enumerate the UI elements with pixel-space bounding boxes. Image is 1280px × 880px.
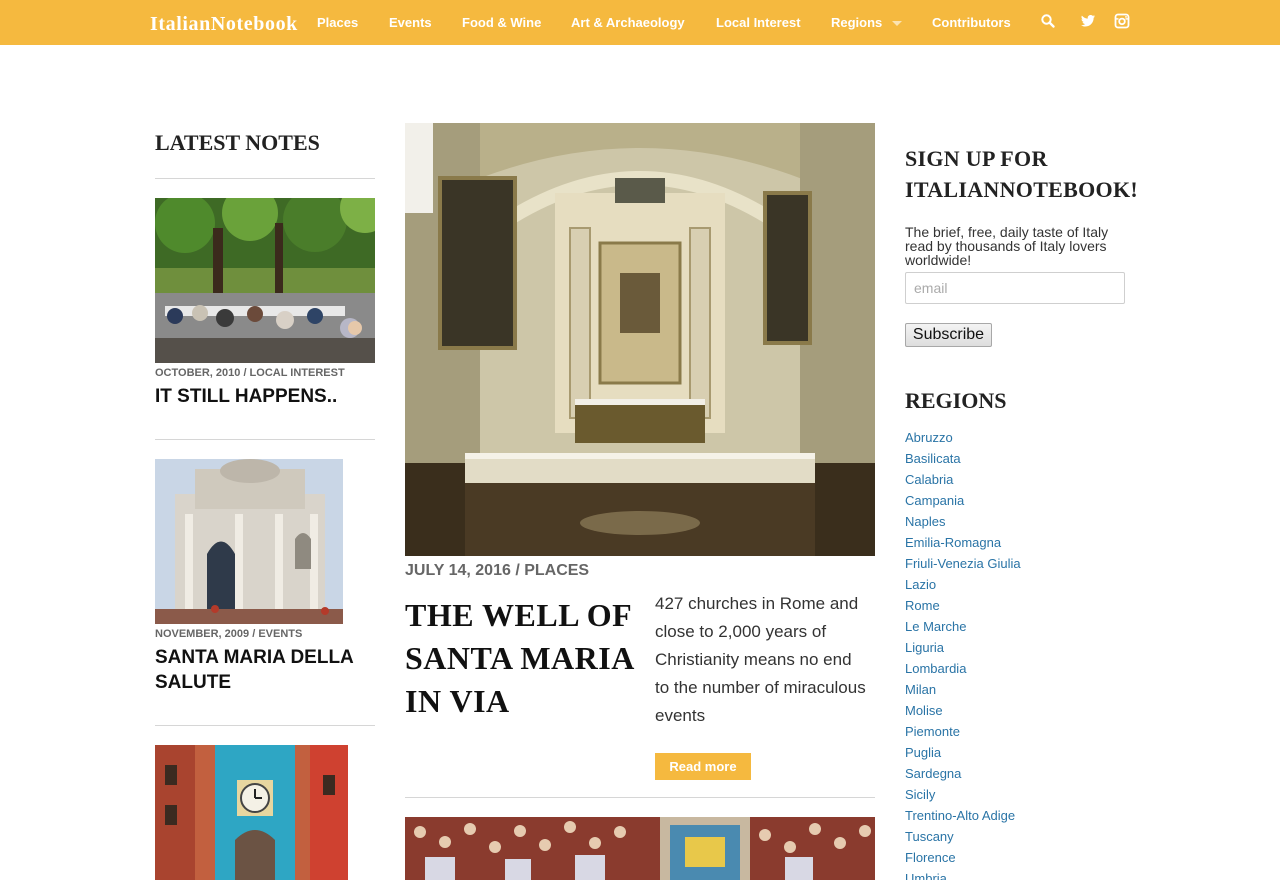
region-item: Tuscany bbox=[905, 830, 1021, 851]
subscribe-button[interactable]: Subscribe bbox=[905, 323, 992, 347]
divider bbox=[155, 439, 375, 440]
region-link[interactable]: Le Marche bbox=[905, 619, 966, 634]
region-link[interactable]: Lazio bbox=[905, 577, 936, 592]
note-title-link[interactable]: SANTA MARIA DELLA SALUTE bbox=[155, 645, 375, 695]
read-more-button[interactable]: Read more bbox=[655, 753, 751, 780]
note-thumbnail-church[interactable] bbox=[155, 459, 343, 624]
region-link[interactable]: Sardegna bbox=[905, 766, 961, 781]
note-title-link[interactable]: IT STILL HAPPENS.. bbox=[155, 384, 375, 409]
nav-regions-dropdown[interactable]: Regions bbox=[831, 15, 903, 30]
top-navbar: ItalianNotebook Places Events Food & Win… bbox=[0, 0, 1280, 45]
region-link[interactable]: Florence bbox=[905, 850, 956, 865]
caret-down-icon bbox=[892, 21, 903, 27]
region-link[interactable]: Emilia-Romagna bbox=[905, 535, 1001, 550]
nav-places[interactable]: Places bbox=[317, 15, 358, 30]
latest-notes-heading: LATEST NOTES bbox=[155, 130, 320, 155]
region-item: Abruzzo bbox=[905, 431, 1021, 452]
region-item: Friuli-Venezia Giulia bbox=[905, 557, 1021, 578]
region-link[interactable]: Trentino-Alto Adige bbox=[905, 808, 1015, 823]
region-item: Le Marche bbox=[905, 620, 1021, 641]
article-hero-image[interactable] bbox=[405, 123, 875, 556]
instagram-icon[interactable] bbox=[1114, 13, 1130, 29]
article-hero-image-crowd[interactable] bbox=[405, 817, 875, 880]
article-title-link[interactable]: THE WELL OF SANTA MARIA IN VIA bbox=[405, 594, 640, 723]
region-item: Florence bbox=[905, 851, 1021, 872]
regions-heading: REGIONS bbox=[905, 388, 1007, 413]
region-item: Sicily bbox=[905, 788, 1021, 809]
region-item: Lazio bbox=[905, 578, 1021, 599]
note-thumbnail-street[interactable] bbox=[155, 745, 348, 880]
region-link[interactable]: Friuli-Venezia Giulia bbox=[905, 556, 1021, 571]
region-link[interactable]: Piemonte bbox=[905, 724, 960, 739]
note-thumbnail-picnic[interactable] bbox=[155, 198, 375, 363]
regions-list: Abruzzo Basilicata Calabria Campania Nap… bbox=[905, 431, 1021, 880]
signup-description: The brief, free, daily taste of Italy re… bbox=[905, 224, 1109, 268]
nav-contributors[interactable]: Contributors bbox=[932, 15, 1011, 30]
region-link[interactable]: Liguria bbox=[905, 640, 944, 655]
region-item: Rome bbox=[905, 599, 1021, 620]
region-item: Campania bbox=[905, 494, 1021, 515]
region-link[interactable]: Naples bbox=[905, 514, 945, 529]
nav-events[interactable]: Events bbox=[389, 15, 432, 30]
note-meta: OCTOBER, 2010 / LOCAL INTEREST bbox=[155, 367, 345, 379]
nav-food-wine[interactable]: Food & Wine bbox=[462, 15, 541, 30]
region-link[interactable]: Umbria bbox=[905, 871, 947, 880]
region-link[interactable]: Basilicata bbox=[905, 451, 961, 466]
region-item: Molise bbox=[905, 704, 1021, 725]
site-logo[interactable]: ItalianNotebook bbox=[150, 13, 298, 36]
region-item: Milan bbox=[905, 683, 1021, 704]
region-link[interactable]: Sicily bbox=[905, 787, 935, 802]
region-link[interactable]: Abruzzo bbox=[905, 430, 953, 445]
region-item: Umbria bbox=[905, 872, 1021, 880]
divider bbox=[155, 725, 375, 726]
nav-art-archaeology[interactable]: Art & Archaeology bbox=[571, 15, 685, 30]
article-meta: JULY 14, 2016 / PLACES bbox=[405, 562, 590, 579]
region-link[interactable]: Rome bbox=[905, 598, 940, 613]
region-item: Naples bbox=[905, 515, 1021, 536]
search-icon[interactable] bbox=[1040, 13, 1056, 29]
region-link[interactable]: Milan bbox=[905, 682, 936, 697]
region-item: Lombardia bbox=[905, 662, 1021, 683]
region-item: Sardegna bbox=[905, 767, 1021, 788]
divider bbox=[155, 178, 375, 179]
note-meta: NOVEMBER, 2009 / EVENTS bbox=[155, 628, 303, 640]
divider bbox=[405, 797, 875, 798]
region-link[interactable]: Tuscany bbox=[905, 829, 954, 844]
region-item: Basilicata bbox=[905, 452, 1021, 473]
twitter-icon[interactable] bbox=[1080, 13, 1096, 29]
region-item: Piemonte bbox=[905, 725, 1021, 746]
region-link[interactable]: Lombardia bbox=[905, 661, 966, 676]
article-excerpt: 427 churches in Rome and close to 2,000 … bbox=[655, 594, 866, 725]
email-field[interactable] bbox=[905, 272, 1125, 304]
nav-regions-label: Regions bbox=[831, 15, 883, 30]
signup-heading: SIGN UP FOR ITALIANNOTEBOOK! bbox=[905, 146, 1138, 202]
region-item: Calabria bbox=[905, 473, 1021, 494]
region-link[interactable]: Puglia bbox=[905, 745, 941, 760]
region-item: Emilia-Romagna bbox=[905, 536, 1021, 557]
region-item: Liguria bbox=[905, 641, 1021, 662]
region-item: Puglia bbox=[905, 746, 1021, 767]
nav-local-interest[interactable]: Local Interest bbox=[716, 15, 801, 30]
region-link[interactable]: Calabria bbox=[905, 472, 953, 487]
region-link[interactable]: Campania bbox=[905, 493, 964, 508]
region-link[interactable]: Molise bbox=[905, 703, 943, 718]
region-item: Trentino-Alto Adige bbox=[905, 809, 1021, 830]
